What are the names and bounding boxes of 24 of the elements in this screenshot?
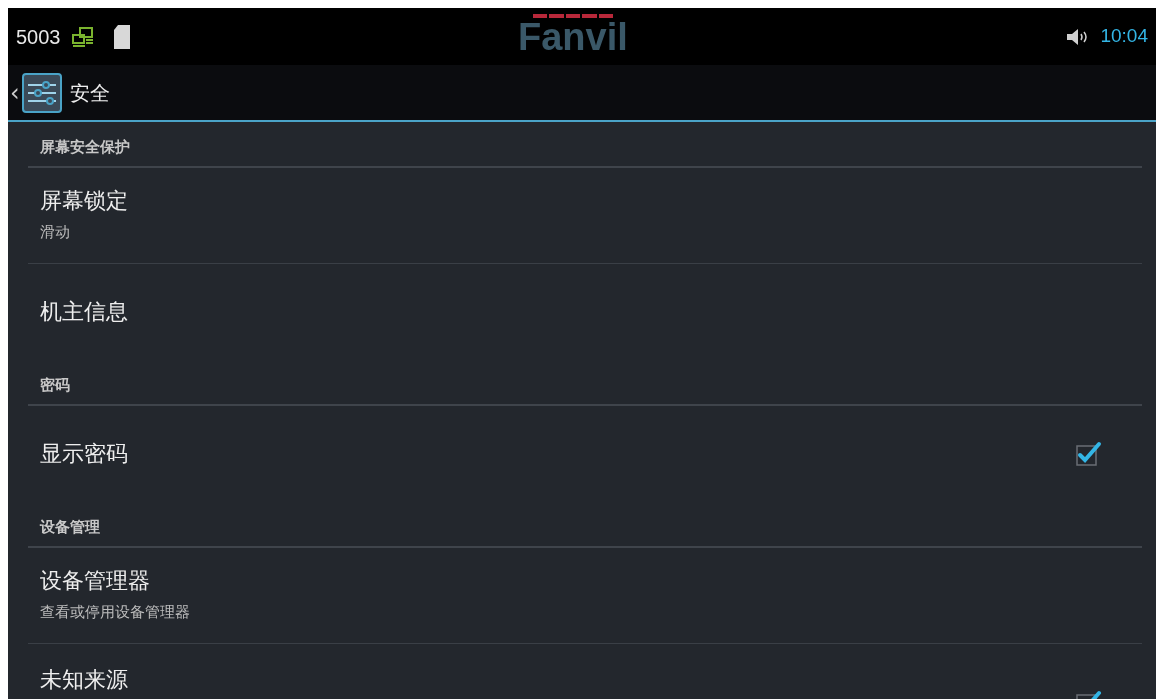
sd-card-icon	[112, 23, 131, 50]
extension-number: 5003	[16, 24, 61, 50]
row-title: 设备管理器	[40, 567, 151, 596]
settings-row[interactable]: 机主信息	[28, 264, 1142, 360]
clock: 10:04	[1100, 24, 1148, 49]
screen-title: 安全	[69, 79, 110, 107]
row-summary: 滑动	[40, 222, 71, 244]
row-title: 机主信息	[40, 298, 128, 326]
settings-row[interactable]: 设备管理器 查看或停用设备管理器	[28, 548, 1142, 644]
back-button[interactable]: ‹	[8, 65, 70, 120]
logo: Fanvil	[518, 18, 628, 56]
settings-row[interactable]: 屏幕锁定 滑动	[28, 168, 1142, 264]
network-icon	[70, 25, 95, 48]
settings-row[interactable]: 显示密码	[28, 406, 1142, 502]
settings-icon	[21, 72, 62, 113]
settings-row[interactable]: 未知来源	[28, 644, 1142, 699]
section-header: 屏幕安全保护	[40, 136, 130, 158]
row-title: 未知来源	[40, 666, 128, 694]
section-header: 设备管理	[40, 516, 100, 538]
checkbox[interactable]	[1074, 440, 1102, 468]
row-title: 屏幕锁定	[40, 187, 128, 216]
row-summary: 查看或停用设备管理器	[40, 602, 190, 624]
section-header: 密码	[40, 374, 70, 396]
row-title: 显示密码	[40, 440, 128, 468]
